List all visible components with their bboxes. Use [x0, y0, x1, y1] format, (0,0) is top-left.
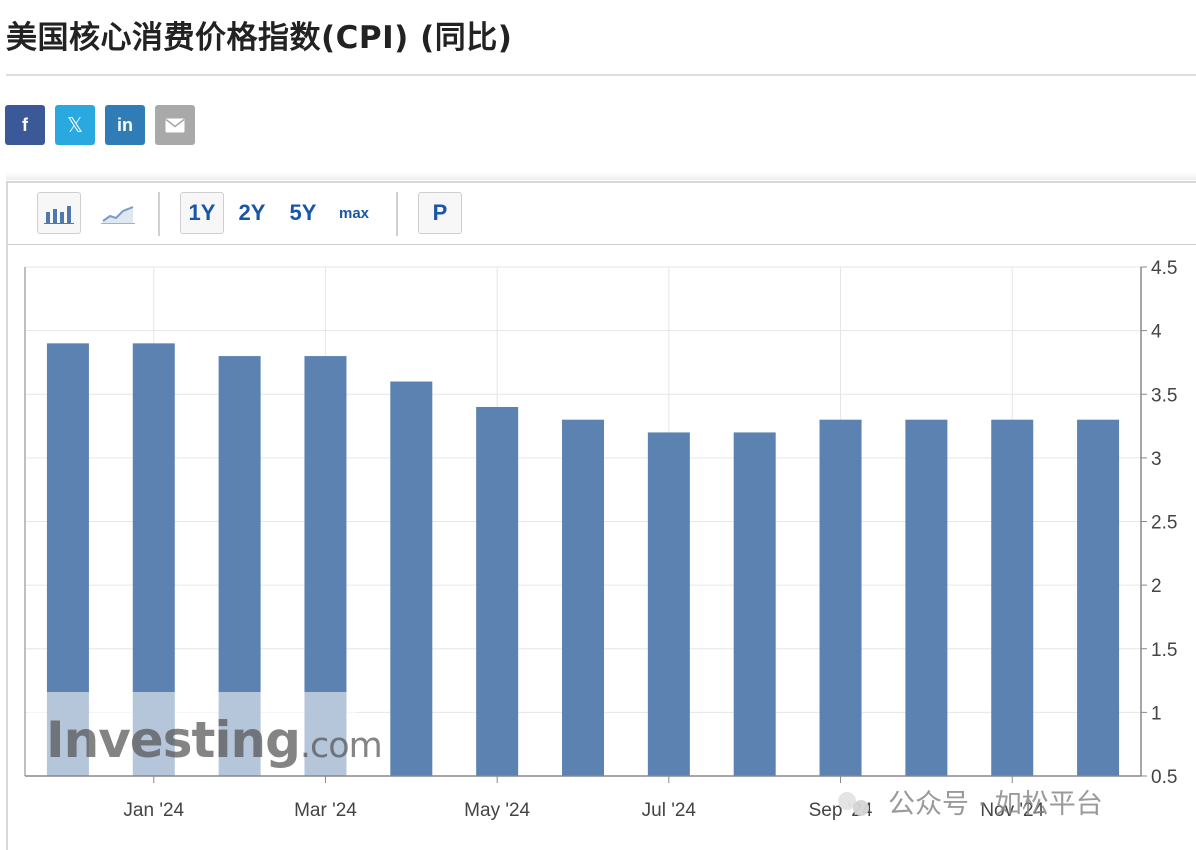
range-5y-button[interactable]: 5Y — [283, 192, 323, 234]
line-chart-icon — [101, 206, 135, 224]
wechat-watermark: 公众号 · 如松平台 — [838, 789, 1103, 820]
y-tick-label: 4.5 — [1151, 258, 1177, 279]
y-tick-label: 4 — [1151, 322, 1162, 343]
bar[interactable]: Oct '24: 3.3 — [905, 419, 948, 776]
toolbar-separator — [158, 192, 160, 236]
email-share-button[interactable] — [155, 105, 195, 145]
bar-chart-icon — [44, 206, 74, 224]
linkedin-icon: in — [117, 114, 133, 135]
range-max-button[interactable]: max — [332, 192, 376, 234]
bar[interactable]: Sep '24: 3.3 — [819, 419, 862, 776]
y-tick-label: 3 — [1151, 449, 1162, 470]
bar[interactable]: Jun '24: 3.3 — [562, 419, 604, 776]
bar[interactable]: May '24: 3.4 — [476, 406, 519, 776]
title-divider — [6, 74, 1196, 76]
toolbar-separator — [396, 192, 398, 236]
chart-panel: 1Y 2Y 5Y max P Dec '23: 3.9Jan '24: 3.9F… — [6, 181, 1196, 850]
x-tick-label: Jan '24 — [123, 800, 184, 821]
y-tick-label: 1.5 — [1151, 640, 1177, 661]
bar[interactable]: Aug '24: 3.2 — [733, 432, 776, 776]
twitter-share-button[interactable]: 𝕏 — [55, 105, 95, 145]
investing-watermark: Investing.com — [27, 692, 383, 776]
preliminary-button[interactable]: P — [418, 192, 462, 234]
page-title: 美国核心消费价格指数(CPI) (同比) — [6, 20, 513, 56]
envelope-icon — [165, 118, 185, 132]
chart-toolbar: 1Y 2Y 5Y max P — [8, 183, 1196, 245]
y-tick-label: 2.5 — [1151, 513, 1177, 534]
line-chart-button[interactable] — [96, 192, 140, 234]
share-bar: f 𝕏 in — [5, 105, 195, 145]
y-tick-label: 0.5 — [1151, 767, 1177, 788]
bar[interactable]: Apr '24: 3.6 — [390, 381, 433, 776]
bar[interactable]: Jul '24: 3.2 — [647, 432, 690, 776]
x-tick-label: Mar '24 — [294, 800, 357, 821]
facebook-icon: f — [22, 114, 28, 135]
range-2y-button[interactable]: 2Y — [232, 192, 272, 234]
panel-shadow — [6, 172, 1196, 180]
y-tick-label: 1 — [1151, 703, 1162, 724]
x-tick-label: Jul '24 — [642, 800, 697, 821]
bar[interactable]: Nov '24: 3.3 — [991, 419, 1034, 776]
facebook-share-button[interactable]: f — [5, 105, 45, 145]
y-tick-label: 2 — [1151, 576, 1162, 597]
bar-chart-button[interactable] — [37, 192, 81, 234]
twitter-icon: 𝕏 — [66, 114, 84, 137]
range-1y-button[interactable]: 1Y — [180, 192, 224, 234]
linkedin-share-button[interactable]: in — [105, 105, 145, 145]
bar-chart: Dec '23: 3.9Jan '24: 3.9Feb '24: 3.8Mar … — [24, 258, 1177, 821]
x-tick-label: May '24 — [464, 800, 530, 821]
y-tick-label: 3.5 — [1151, 385, 1177, 406]
wechat-watermark-text: 公众号 · 如松平台 — [888, 789, 1103, 820]
bar[interactable]: Dec '24: 3.3 — [1077, 419, 1120, 776]
